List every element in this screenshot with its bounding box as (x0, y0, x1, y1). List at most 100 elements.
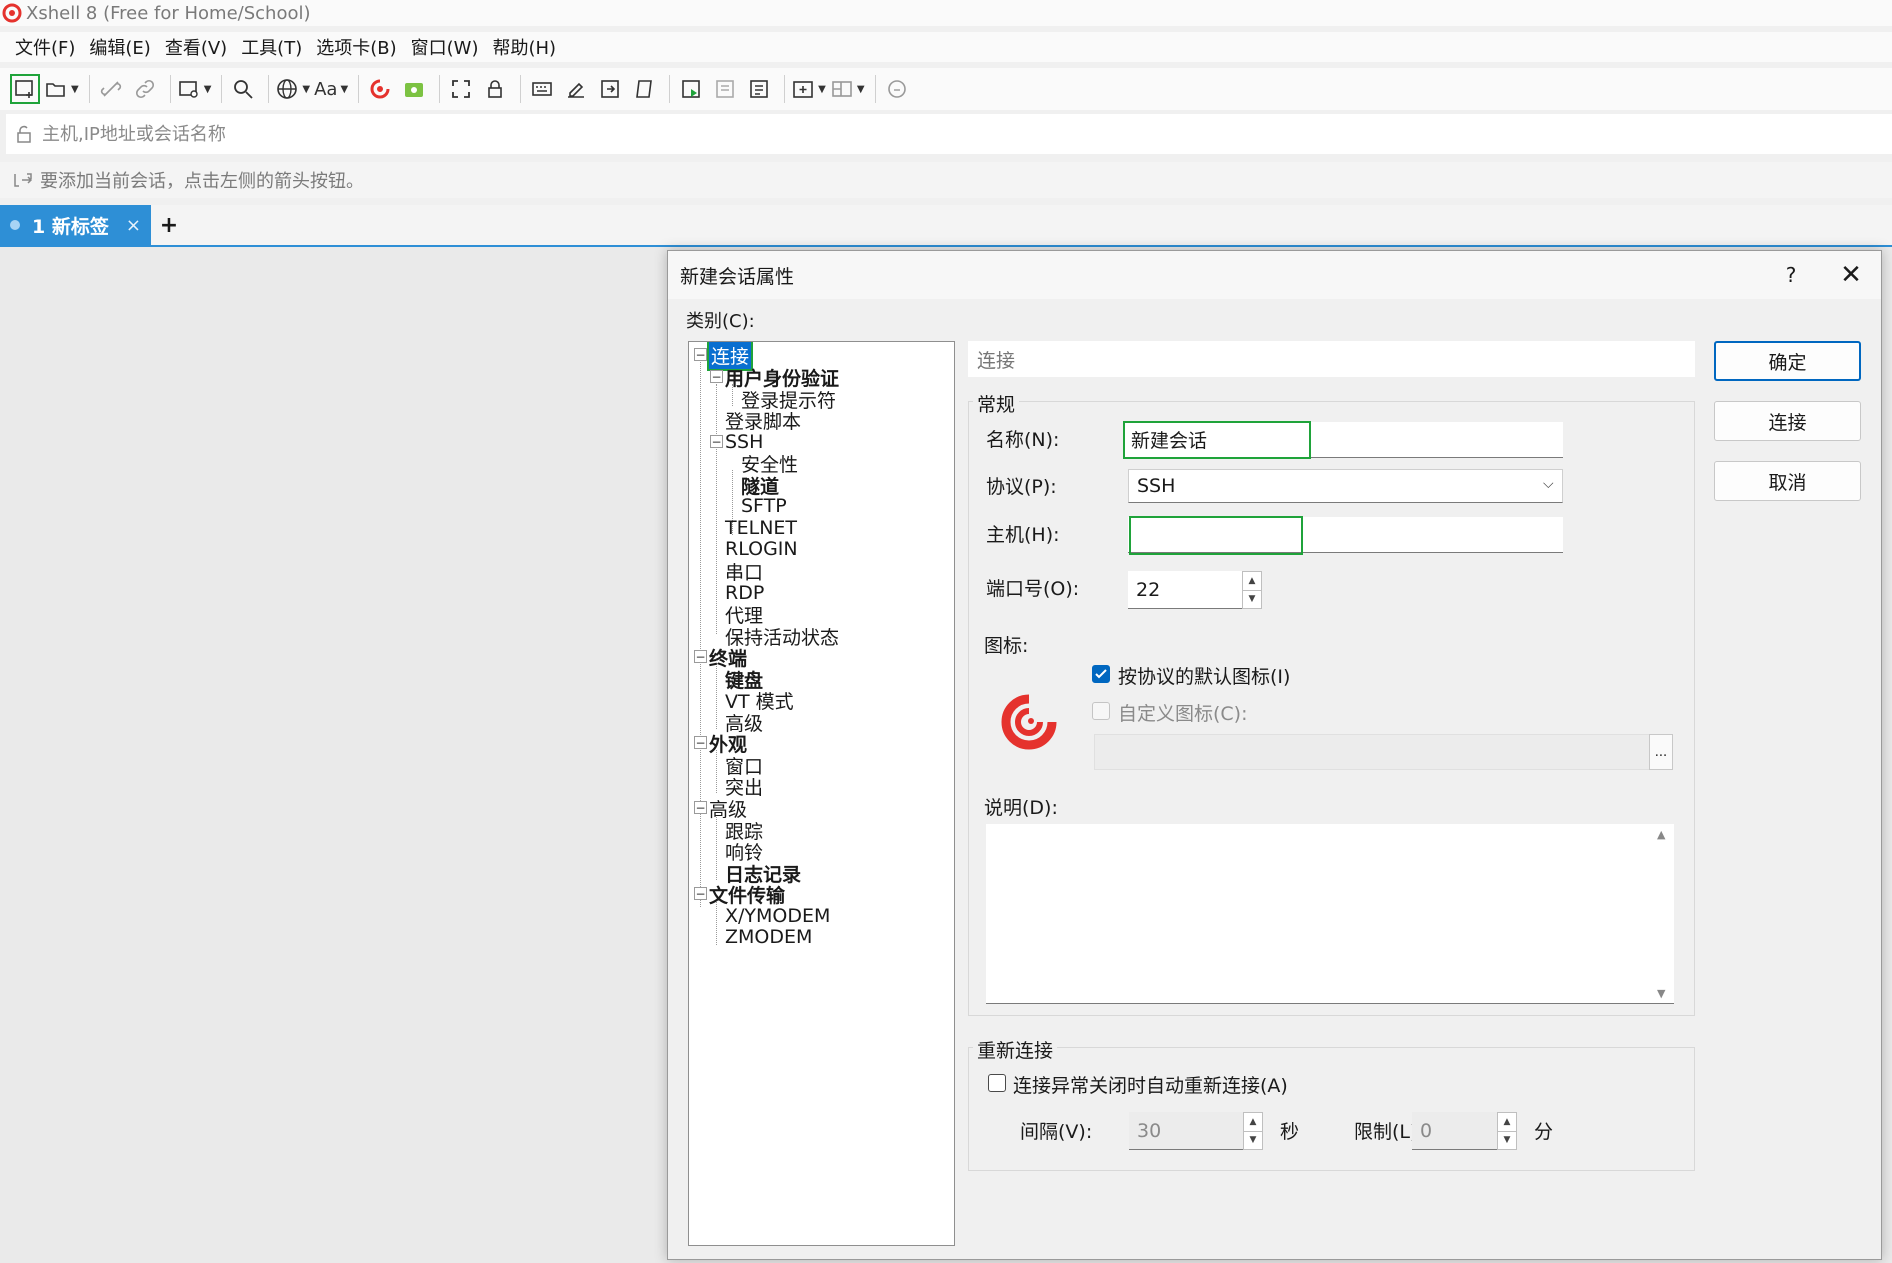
encoding-button[interactable]: ▼ (275, 74, 310, 104)
port-field[interactable]: 22 (1128, 571, 1242, 609)
dialog-title: 新建会话属性 (680, 265, 795, 288)
disconnect-button[interactable] (96, 74, 126, 104)
new-window-button[interactable]: ▼ (177, 74, 211, 104)
interval-stepper[interactable]: ▲ ▼ (1243, 1112, 1263, 1150)
tab-close-icon[interactable]: × (126, 215, 141, 236)
collapse-toggle-icon[interactable]: − (694, 801, 707, 814)
chevron-down-icon: ▼ (856, 83, 865, 95)
reconnect-button[interactable] (130, 74, 160, 104)
layout-button[interactable]: ▼ (830, 74, 865, 104)
name-field[interactable]: 新建会话 (1123, 422, 1563, 458)
chat-button[interactable] (882, 74, 912, 104)
stepper-down-icon[interactable]: ▼ (1244, 1132, 1262, 1150)
log-view-icon (750, 80, 768, 98)
menu-view[interactable]: 查看(V) (158, 34, 234, 60)
dialog-title-bar: 新建会话属性 ? ✕ (668, 251, 1881, 299)
menu-window[interactable]: 窗口(W) (404, 34, 486, 60)
log-stop-button[interactable] (710, 74, 740, 104)
collapse-toggle-icon[interactable]: − (710, 435, 723, 448)
toolbar-separator (669, 75, 671, 103)
fullscreen-icon (452, 80, 471, 98)
collapse-toggle-icon[interactable]: − (694, 348, 707, 361)
keyboard-button[interactable] (527, 74, 557, 104)
add-tab-button[interactable]: + (151, 205, 187, 245)
address-input[interactable] (42, 123, 1642, 145)
compose-button[interactable] (561, 74, 591, 104)
send-button[interactable] (595, 74, 625, 104)
port-stepper[interactable]: ▲ ▼ (1242, 571, 1262, 609)
log-start-button[interactable] (676, 74, 706, 104)
stepper-up-icon[interactable]: ▲ (1244, 1113, 1262, 1132)
new-session-button[interactable] (10, 74, 40, 104)
lock-button[interactable] (480, 74, 510, 104)
chevron-down-icon: ▼ (71, 83, 79, 95)
log-stop-icon (716, 80, 734, 98)
toolbar-separator (439, 75, 441, 103)
toolbar-separator (169, 75, 171, 103)
limit-stepper[interactable]: ▲ ▼ (1497, 1112, 1517, 1150)
description-scrollbar[interactable]: ▲ ▼ (1654, 826, 1672, 1002)
cancel-button[interactable]: 取消 (1714, 461, 1861, 501)
ok-button[interactable]: 确定 (1714, 341, 1861, 381)
browse-button[interactable]: ... (1649, 734, 1673, 770)
help-button[interactable]: ? (1761, 263, 1821, 287)
default-icon-checkbox[interactable] (1092, 665, 1110, 683)
category-label: 类别(C): (686, 311, 755, 332)
toolbar-separator (268, 75, 270, 103)
stepper-down-icon[interactable]: ▼ (1498, 1132, 1516, 1150)
stepper-up-icon[interactable]: ▲ (1498, 1113, 1516, 1132)
auto-reconnect-label: 连接异常关闭时自动重新连接(A) (1013, 1075, 1288, 1097)
font-button[interactable]: Aa ▼ (314, 74, 348, 104)
toolbar-separator (784, 75, 786, 103)
fullscreen-button[interactable] (446, 74, 476, 104)
script-button[interactable] (629, 74, 659, 104)
xshell-button[interactable] (365, 74, 395, 104)
tree-item-zmodem[interactable]: ZMODEM (725, 924, 812, 950)
hint-text: 要添加当前会话，点击左侧的箭头按钮。 (40, 171, 364, 192)
tree-item-label: ZMODEM (725, 926, 813, 948)
toolbar-separator (520, 75, 522, 103)
menu-edit[interactable]: 编辑(E) (82, 34, 157, 60)
log-view-button[interactable] (744, 74, 774, 104)
session-tab[interactable]: 1 新标签 × (0, 205, 151, 245)
menu-file[interactable]: 文件(F) (8, 34, 82, 60)
interval-field[interactable]: 30 (1129, 1112, 1243, 1150)
new-tab-group-button[interactable]: ▼ (791, 74, 826, 104)
add-session-arrow-icon[interactable] (12, 169, 34, 191)
xftp-button[interactable] (399, 74, 429, 104)
default-icon-label: 按协议的默认图标(I) (1118, 666, 1291, 688)
limit-field[interactable]: 0 (1412, 1112, 1497, 1150)
category-tree[interactable]: − 连接 − 用户身份验证 登录提示符 登录脚本 − SSH 安全性 隧道 SF… (688, 341, 955, 1246)
tree-guide-line (716, 902, 717, 945)
collapse-toggle-icon[interactable]: − (694, 736, 707, 749)
title-bar: Xshell 8 (Free for Home/School) (0, 0, 1892, 26)
auto-reconnect-checkbox[interactable] (988, 1074, 1006, 1092)
menu-help[interactable]: 帮助(H) (485, 34, 563, 60)
search-icon (234, 80, 254, 99)
collapse-toggle-icon[interactable]: − (694, 650, 707, 663)
open-session-button[interactable]: ▼ (44, 74, 79, 104)
chevron-down-icon: ▼ (340, 83, 349, 95)
address-bar (6, 114, 1892, 154)
stepper-up-icon[interactable]: ▲ (1243, 572, 1261, 591)
find-button[interactable] (228, 74, 258, 104)
menu-tools[interactable]: 工具(T) (234, 34, 309, 60)
host-field[interactable] (1128, 517, 1563, 553)
custom-icon-path-field[interactable] (1094, 734, 1653, 770)
stepper-down-icon[interactable]: ▼ (1243, 591, 1261, 609)
scroll-up-icon[interactable]: ▲ (1657, 828, 1665, 841)
collapse-toggle-icon[interactable]: − (694, 887, 707, 900)
collapse-toggle-icon[interactable]: − (710, 370, 723, 383)
folder-open-icon (46, 83, 65, 97)
menu-tab[interactable]: 选项卡(B) (309, 34, 403, 60)
connect-button[interactable]: 连接 (1714, 401, 1861, 441)
custom-icon-checkbox[interactable] (1092, 702, 1110, 720)
protocol-select[interactable]: SSH (1128, 469, 1563, 503)
close-icon[interactable]: ✕ (1821, 260, 1881, 290)
script-icon (636, 80, 653, 98)
globe-icon (277, 79, 298, 99)
scroll-down-icon[interactable]: ▼ (1657, 987, 1665, 1000)
host-label: 主机(H): (986, 524, 1060, 546)
general-group-title: 常规 (973, 390, 1020, 417)
description-field[interactable] (986, 824, 1674, 1004)
